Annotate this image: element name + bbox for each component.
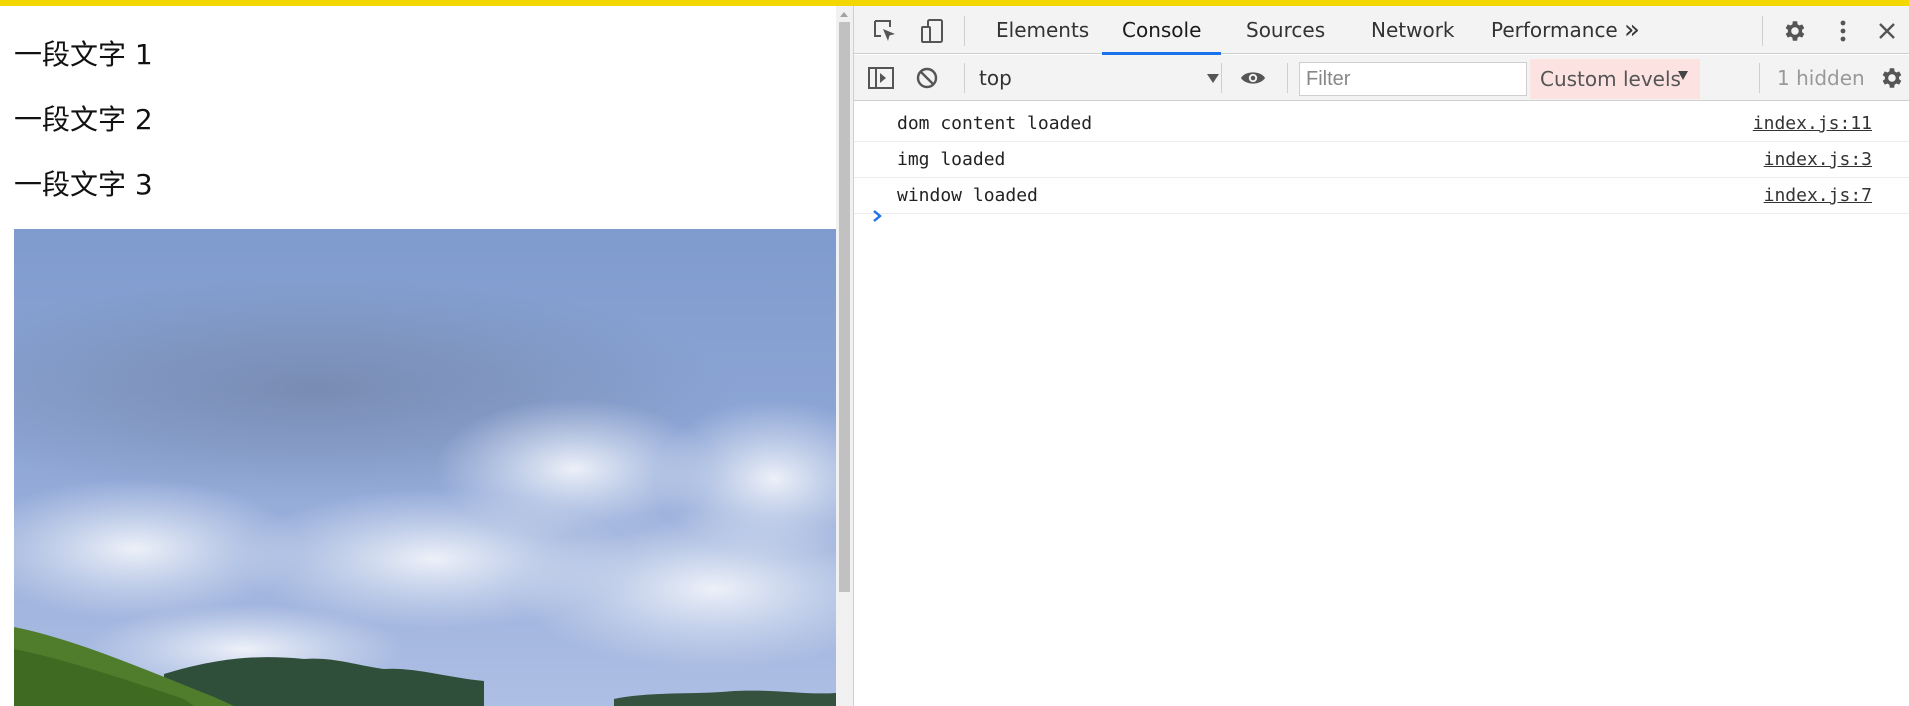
tab-network[interactable]: Network [1351,6,1475,54]
tab-bar-separator [1762,16,1763,46]
landscape-image-graphic [14,229,836,706]
paragraph-3: 一段文字 3 [14,168,153,201]
gear-icon[interactable] [1781,18,1807,44]
scroll-up-arrow-icon[interactable] [840,12,848,17]
page-viewport: 一段文字 1 一段文字 2 一段文字 3 [0,6,853,706]
page-vertical-scrollbar[interactable] [836,6,853,706]
clear-console-icon[interactable] [914,65,940,91]
caret-down-icon [1678,71,1688,80]
kebab-menu-icon[interactable] [1830,18,1856,44]
filter-input[interactable] [1299,62,1527,96]
tab-elements[interactable]: Elements [976,6,1109,54]
scrollbar-thumb[interactable] [839,22,850,592]
sidebar-toggle-icon[interactable] [868,65,894,91]
hidden-count: 1 hidden [1777,66,1865,90]
paragraph-2: 一段文字 2 [14,103,153,136]
console-message-text: window loaded [897,185,1038,206]
tab-bar-separator [964,16,965,46]
execution-context-value: top [979,66,1012,90]
console-message-row: window loaded index.js:7 [854,178,1909,214]
toolbar-separator [964,63,965,93]
tab-sources[interactable]: Sources [1226,6,1345,54]
tab-performance[interactable]: Performance [1471,6,1638,54]
console-message-source-link[interactable]: index.js:11 [1753,106,1872,142]
inspect-element-icon[interactable] [872,18,898,44]
landscape-image [14,229,836,706]
console-message-row: dom content loaded index.js:11 [854,106,1909,142]
console-message-text: img loaded [897,149,1006,170]
console-message-source-link[interactable]: index.js:3 [1764,142,1872,178]
eye-icon[interactable] [1240,65,1266,91]
devtools-tab-bar: Elements Console Sources Network Perform… [854,6,1909,55]
log-levels-dropdown[interactable]: Custom levels [1530,59,1700,99]
toolbar-separator [1221,63,1222,93]
console-prompt-chevron-icon[interactable] [870,208,890,228]
tab-console[interactable]: Console [1102,6,1222,55]
device-toolbar-icon[interactable] [920,18,946,44]
console-message-source-link[interactable]: index.js:7 [1764,178,1872,214]
devtools-panel: Elements Console Sources Network Perform… [853,6,1909,706]
close-icon[interactable] [1874,18,1900,44]
toolbar-separator [1287,63,1288,93]
execution-context-select[interactable]: top [979,64,1219,92]
console-message-row: img loaded index.js:3 [854,142,1909,178]
log-levels-label: Custom levels [1540,67,1681,91]
caret-down-icon [1207,74,1219,83]
paragraph-1: 一段文字 1 [14,38,153,71]
toolbar-separator [1759,63,1760,93]
chevrons-right-icon[interactable]: » [1624,16,1640,44]
console-toolbar: top Custom levels 1 hidden [854,55,1909,101]
console-messages: dom content loaded index.js:11 img loade… [854,102,1909,706]
console-settings-gear-icon[interactable] [1878,65,1904,91]
console-message-text: dom content loaded [897,113,1093,134]
